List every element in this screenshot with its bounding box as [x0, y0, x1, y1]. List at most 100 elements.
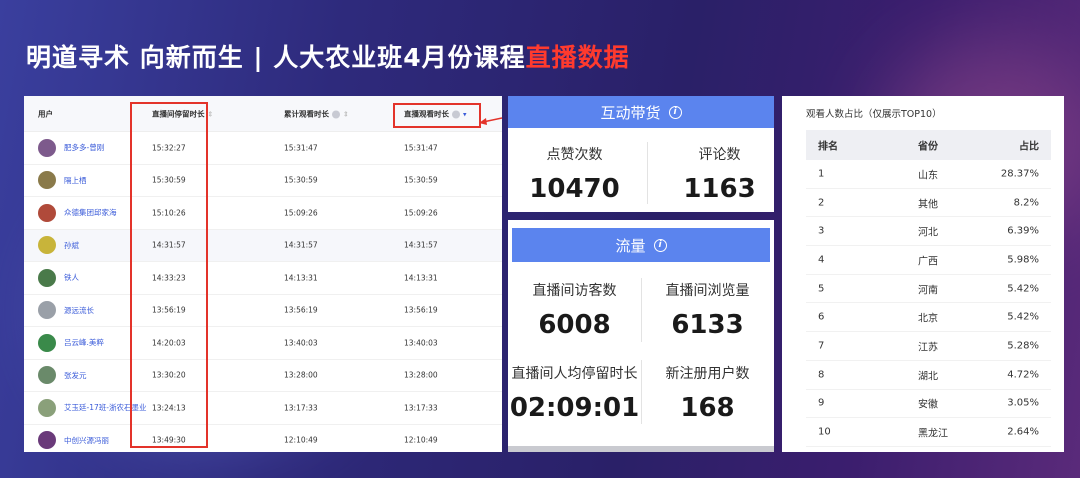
total-watch-duration: 13:40:03	[284, 338, 318, 348]
stat-new-users: 新注册用户数 168	[641, 363, 774, 423]
user-name-link[interactable]: 艾玉廷-17班-浙农石墨业	[64, 402, 146, 413]
table-row[interactable]: 隔上栖 15:30:59 15:30:59 15:30:59	[24, 165, 502, 197]
total-watch-duration: 14:13:31	[284, 273, 318, 283]
rank-cell: 7	[818, 340, 825, 352]
share-cell: 2.64%	[1007, 426, 1039, 438]
user-name-link[interactable]: 吕云峰.美粹	[64, 337, 104, 348]
table-row: 5 河南 5.42%	[806, 275, 1051, 304]
avatar	[38, 236, 56, 255]
total-watch-duration: 13:17:33	[284, 403, 318, 413]
rank-cell: 6	[818, 311, 825, 323]
province-cell: 湖北	[918, 371, 938, 383]
sort-desc-icon[interactable]: ▾	[463, 110, 467, 118]
user-name-link[interactable]: 肥多多-曾刚	[64, 142, 104, 153]
user-cell[interactable]: 源远流长	[38, 301, 94, 320]
info-icon[interactable]: i	[668, 105, 682, 119]
stat-value: 10470	[529, 174, 620, 204]
stay-duration: 13:49:30	[152, 435, 186, 445]
column-header-rank: 排名	[818, 141, 838, 153]
table-row[interactable]: 源远流长 13:56:19 13:56:19 13:56:19	[24, 295, 502, 327]
sort-icon[interactable]: ⇕	[343, 110, 349, 118]
card-title: 流量	[615, 236, 646, 255]
user-cell[interactable]: 吕云峰.美粹	[38, 333, 104, 352]
avatar	[38, 138, 56, 157]
share-cell: 5.42%	[1007, 283, 1039, 295]
province-cell: 江苏	[918, 342, 938, 354]
stat-label: 直播间人均停留时长	[511, 366, 638, 382]
stay-duration: 14:20:03	[152, 338, 186, 348]
province-cell: 其他	[918, 199, 938, 211]
table-body: 1 山东 28.37% 2 其他 8.2% 3 河北 6.39% 4 广西 5.98% 5 河南 5.42%…	[806, 160, 1051, 447]
stat-label: 新注册用户数	[665, 366, 750, 382]
stat-label: 评论数	[698, 147, 741, 163]
table-row[interactable]: 肥多多-曾刚 15:32:27 15:31:47 15:31:47	[24, 132, 502, 165]
interaction-card: 互动带货 i 点赞次数 10470 评论数 1163	[508, 96, 774, 212]
total-watch-duration: 15:09:26	[284, 208, 318, 218]
rank-cell: 10	[818, 426, 831, 438]
user-cell[interactable]: 张发元	[38, 366, 87, 385]
user-name-link[interactable]: 孙斌	[64, 240, 79, 251]
sort-icon[interactable]: ⇕	[208, 110, 214, 118]
user-cell[interactable]: 孙斌	[38, 236, 79, 255]
rank-cell: 5	[818, 283, 825, 295]
user-name-link[interactable]: 铁人	[64, 272, 79, 283]
user-cell[interactable]: 艾玉廷-17班-浙农石墨业	[38, 398, 146, 417]
total-watch-duration: 13:56:19	[284, 305, 318, 315]
user-cell[interactable]: 中创兴源冯丽	[38, 431, 109, 450]
table-row[interactable]: 中创兴源冯丽 13:49:30 12:10:49 12:10:49	[24, 425, 502, 453]
user-name-link[interactable]: 众德集团邱家海	[64, 207, 117, 218]
share-cell: 8.2%	[1013, 197, 1039, 209]
user-name-link[interactable]: 隔上栖	[64, 175, 87, 186]
table-header: 用户 直播间停留时长 ⇕ 累计观看时长 ⇕ 直播观看时长 ▾	[24, 96, 502, 132]
share-cell: 6.39%	[1007, 225, 1039, 237]
table-row[interactable]: 吕云峰.美粹 14:20:03 13:40:03 13:40:03	[24, 327, 502, 360]
avatar	[38, 301, 56, 320]
live-watch-duration: 13:40:03	[404, 338, 438, 348]
column-header-total[interactable]: 累计观看时长 ⇕	[284, 108, 349, 119]
table-row[interactable]: 孙斌 14:31:57 14:31:57 14:31:57	[24, 229, 502, 262]
info-icon[interactable]: i	[653, 238, 667, 252]
column-header-stay[interactable]: 直播间停留时长 ⇕	[152, 108, 213, 119]
stat-value: 6008	[538, 310, 611, 340]
live-watch-duration: 13:56:19	[404, 305, 438, 315]
table-row[interactable]: 众德集团邱家海 15:10:26 15:09:26 15:09:26	[24, 197, 502, 230]
avatar	[38, 333, 56, 352]
card-title: 互动带货	[600, 103, 661, 122]
card-header: 流量 i	[512, 228, 770, 262]
table-row[interactable]: 张发元 13:30:20 13:28:00 13:28:00	[24, 360, 502, 392]
column-header-province: 省份	[918, 141, 938, 153]
user-cell[interactable]: 肥多多-曾刚	[38, 138, 104, 157]
table-row: 2 其他 8.2%	[806, 189, 1051, 218]
user-name-link[interactable]: 张发元	[64, 370, 87, 381]
info-icon[interactable]	[452, 110, 460, 118]
table-row[interactable]: 艾玉廷-17班-浙农石墨业 13:24:13 13:17:33 13:17:33	[24, 392, 502, 425]
card-scroll-strip	[508, 446, 774, 452]
table-row: 4 广西 5.98%	[806, 246, 1051, 275]
user-name-link[interactable]: 源远流长	[64, 305, 94, 316]
table-row: 8 湖北 4.72%	[806, 361, 1051, 390]
user-cell[interactable]: 铁人	[38, 268, 79, 287]
rank-cell: 4	[818, 254, 825, 266]
info-icon[interactable]	[332, 110, 340, 118]
total-watch-duration: 15:30:59	[284, 175, 318, 185]
table-row[interactable]: 铁人 14:33:23 14:13:31 14:13:31	[24, 262, 502, 295]
share-cell: 4.72%	[1007, 369, 1039, 381]
rank-cell: 1	[818, 168, 825, 180]
column-header-user: 用户	[38, 109, 53, 118]
share-cell: 5.28%	[1007, 340, 1039, 352]
stat-label: 点赞次数	[546, 147, 603, 163]
user-cell[interactable]: 隔上栖	[38, 171, 87, 190]
stat-visitors: 直播间访客数 6008	[508, 280, 641, 340]
user-name-link[interactable]: 中创兴源冯丽	[64, 435, 109, 446]
stay-duration: 15:30:59	[152, 175, 186, 185]
user-cell[interactable]: 众德集团邱家海	[38, 203, 117, 222]
table-row: 9 安徽 3.05%	[806, 390, 1051, 419]
column-header-live[interactable]: 直播观看时长 ▾	[404, 108, 467, 119]
stat-value: 02:09:01	[509, 393, 640, 423]
province-cell: 山东	[918, 170, 938, 182]
table-row: 6 北京 5.42%	[806, 303, 1051, 333]
panel-title: 观看人数占比（仅展示TOP10）	[806, 109, 942, 120]
share-cell: 5.42%	[1007, 311, 1039, 323]
province-cell: 河南	[918, 285, 938, 297]
stat-pageviews: 直播间浏览量 6133	[641, 280, 774, 340]
